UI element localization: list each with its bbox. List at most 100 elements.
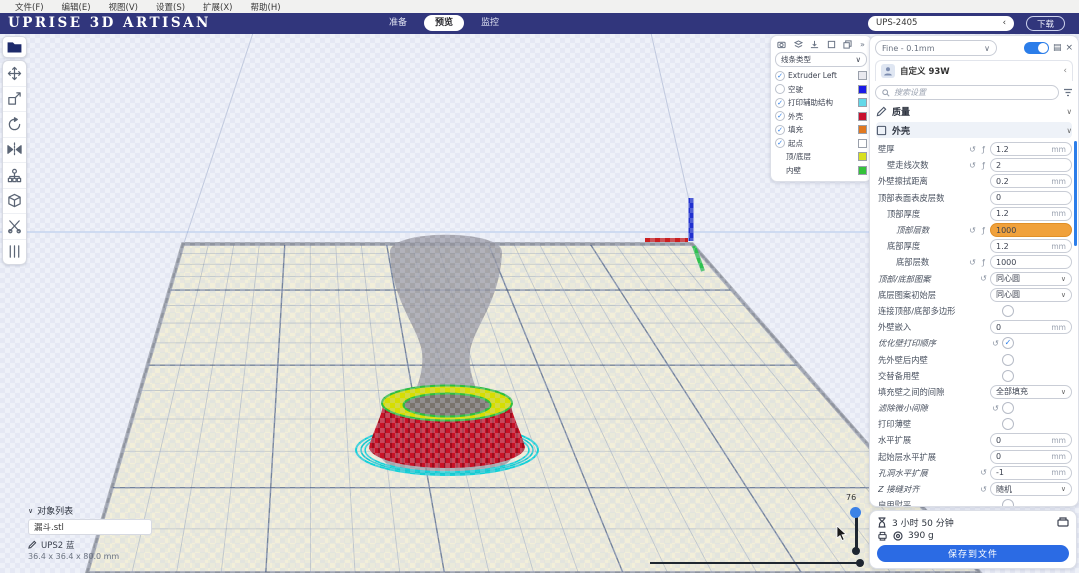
legend-checkbox[interactable]: ✓: [775, 125, 785, 135]
chevron-left-icon[interactable]: ‹: [1063, 66, 1067, 76]
menu-item-0[interactable]: 文件(F): [6, 1, 53, 13]
formula-icon[interactable]: ƒ: [979, 226, 988, 235]
setting-label: 外壁擦拭距离: [878, 175, 990, 187]
setting-input[interactable]: 1.2mm: [990, 142, 1072, 156]
legend-item[interactable]: 空驶: [775, 83, 867, 97]
stage-tab[interactable]: 监控: [470, 15, 510, 31]
setting-checkbox[interactable]: [1002, 354, 1014, 366]
setting-input[interactable]: 1000: [990, 223, 1072, 237]
copy-icon[interactable]: [843, 40, 852, 49]
custom-profile-tab[interactable]: 自定义 93W ‹: [875, 60, 1073, 81]
menu-item-4[interactable]: 扩展(X): [194, 1, 241, 13]
download-icon[interactable]: [810, 40, 819, 49]
setting-dropdown[interactable]: 同心圆∨: [990, 272, 1072, 286]
formula-icon[interactable]: ƒ: [979, 161, 988, 170]
formula-icon[interactable]: ƒ: [979, 145, 988, 154]
revert-icon[interactable]: ↺: [979, 468, 988, 477]
filter-icon[interactable]: [1063, 88, 1073, 97]
revert-icon[interactable]: ↺: [968, 161, 977, 170]
move-tool[interactable]: [3, 61, 26, 87]
menu-item-3[interactable]: 设置(S): [147, 1, 194, 13]
setting-input[interactable]: -1mm: [990, 466, 1072, 480]
open-file-button[interactable]: [2, 36, 27, 58]
setting-row: 先外壁后内壁: [870, 351, 1078, 367]
object-list-item[interactable]: 漏斗.stl: [28, 519, 152, 535]
revert-icon[interactable]: ↺: [991, 404, 1000, 413]
revert-icon[interactable]: ↺: [979, 485, 988, 494]
menu-item-2[interactable]: 视图(V): [100, 1, 147, 13]
path-slider-track[interactable]: [650, 562, 862, 564]
setting-value: 同心圆: [996, 273, 1061, 284]
revert-icon[interactable]: ↺: [968, 226, 977, 235]
legend-checkbox[interactable]: ✓: [775, 138, 785, 148]
layer-slider-handle-top[interactable]: [850, 507, 861, 518]
mirror-tool[interactable]: [3, 138, 26, 164]
rotate-tool[interactable]: [3, 112, 26, 138]
download-button[interactable]: 下载: [1026, 16, 1065, 31]
setting-value: 1.2: [996, 145, 1051, 154]
search-input[interactable]: 搜索设置: [875, 85, 1059, 100]
printer-selector[interactable]: UPS-2405 ‹: [868, 16, 1014, 31]
setting-input[interactable]: 0mm: [990, 450, 1072, 464]
setting-input[interactable]: 1000: [990, 255, 1072, 269]
arrange-tool[interactable]: [3, 240, 26, 265]
setting-input[interactable]: 1.2mm: [990, 239, 1072, 253]
legend-checkbox[interactable]: ✓: [775, 111, 785, 121]
setting-checkbox[interactable]: [1002, 499, 1014, 507]
setting-input[interactable]: 1.2mm: [990, 207, 1072, 221]
layer-slider-track[interactable]: [855, 512, 858, 552]
revert-icon[interactable]: ↺: [968, 145, 977, 154]
menu-item-1[interactable]: 编辑(E): [53, 1, 100, 13]
save-to-file-button[interactable]: 保存到文件: [877, 545, 1069, 562]
setting-input[interactable]: 2: [990, 158, 1072, 172]
custom-mode-toggle[interactable]: [1024, 42, 1049, 54]
setting-input[interactable]: 0: [990, 191, 1072, 205]
profile-dropdown[interactable]: Fine - 0.1mm ∨: [875, 40, 997, 56]
legend-checkbox[interactable]: ✓: [775, 98, 785, 108]
setting-checkbox[interactable]: ✓: [1002, 337, 1014, 349]
setting-dropdown[interactable]: 全部填充∨: [990, 385, 1072, 399]
setting-checkbox[interactable]: [1002, 418, 1014, 430]
path-slider-handle[interactable]: [856, 559, 864, 567]
legend-item[interactable]: ✓Extruder Left: [775, 69, 867, 83]
category-shell[interactable]: 外壳 ∨: [876, 122, 1072, 138]
category-quality[interactable]: 质量 ∨: [876, 103, 1072, 119]
legend-item[interactable]: ✓起点: [775, 137, 867, 151]
revert-icon[interactable]: ↺: [979, 274, 988, 283]
setting-dropdown[interactable]: 随机∨: [990, 482, 1072, 496]
support-blocker-tool[interactable]: [3, 189, 26, 215]
revert-icon[interactable]: ↺: [991, 339, 1000, 348]
setting-checkbox[interactable]: [1002, 305, 1014, 317]
legend-item[interactable]: ✓打印辅助结构: [775, 96, 867, 110]
legend-checkbox[interactable]: ✓: [775, 71, 785, 81]
legend-item[interactable]: ✓填充: [775, 123, 867, 137]
formula-icon[interactable]: ƒ: [979, 258, 988, 267]
setting-dropdown[interactable]: 同心圆∨: [990, 288, 1072, 302]
object-list-toggle[interactable]: ∨ 对象列表: [28, 504, 152, 517]
stage-tab[interactable]: 预览: [424, 15, 464, 31]
camera-icon[interactable]: [777, 40, 786, 49]
setting-checkbox[interactable]: [1002, 370, 1014, 382]
box-icon[interactable]: [827, 40, 836, 49]
setting-input[interactable]: 0mm: [990, 433, 1072, 447]
printer-config-row[interactable]: UPS2 蓝: [28, 538, 152, 551]
panel-settings-icon[interactable]: ▤: [1053, 44, 1062, 53]
layer-slider-handle-bottom[interactable]: [852, 547, 860, 555]
collapse-icon[interactable]: »: [860, 41, 865, 49]
layers-icon[interactable]: [794, 40, 803, 49]
export-icon[interactable]: [1057, 517, 1069, 528]
per-model-settings-tool[interactable]: [3, 163, 26, 189]
revert-icon[interactable]: ↺: [968, 258, 977, 267]
legend-item[interactable]: ✓外壳: [775, 110, 867, 124]
close-icon[interactable]: ×: [1065, 44, 1073, 53]
color-scheme-dropdown[interactable]: 线条类型 ∨: [775, 52, 867, 67]
setting-input[interactable]: 0.2mm: [990, 174, 1072, 188]
menu-item-5[interactable]: 帮助(H): [242, 1, 290, 13]
setting-input[interactable]: 0mm: [990, 320, 1072, 334]
setting-checkbox[interactable]: [1002, 402, 1014, 414]
scale-tool[interactable]: [3, 87, 26, 113]
cut-tool[interactable]: [3, 214, 26, 240]
legend-checkbox[interactable]: [775, 84, 785, 94]
stage-tab[interactable]: 准备: [378, 15, 418, 31]
scrollbar[interactable]: [1074, 141, 1077, 246]
